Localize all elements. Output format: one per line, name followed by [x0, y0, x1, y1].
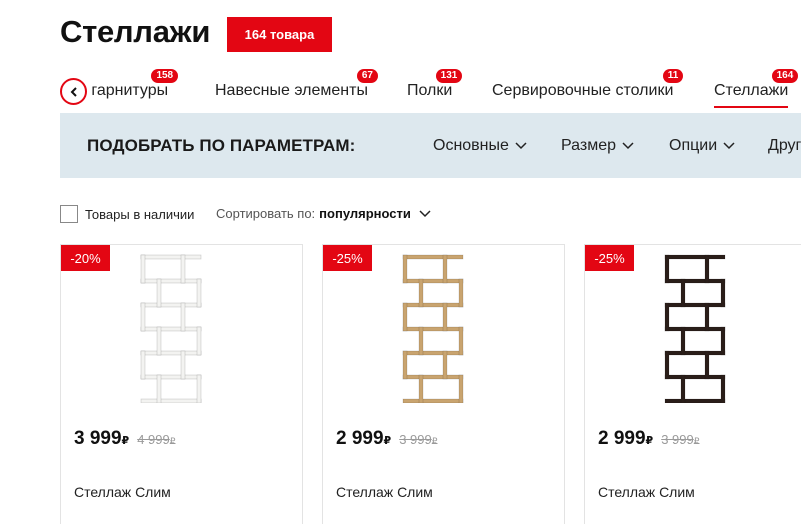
- filter-label: Друг: [768, 137, 801, 154]
- filter-label: Размер: [561, 137, 616, 154]
- product-card[interactable]: -25% 2 999₽ 3 999₽ Стеллаж Слим: [584, 244, 801, 524]
- price-block: 2 999₽ 3 999₽: [336, 428, 437, 450]
- filter-bar: ПОДОБРАТЬ ПО ПАРАМЕТРАМ: Основные Размер…: [60, 113, 801, 178]
- filter-bar-title: ПОДОБРАТЬ ПО ПАРАМЕТРАМ:: [87, 136, 356, 155]
- chevron-down-icon: [622, 142, 634, 150]
- chevron-down-icon: [723, 142, 735, 150]
- current-price: 3 999₽: [74, 428, 130, 449]
- price-block: 3 999₽ 4 999₽: [74, 428, 175, 450]
- tab-count-badge: 164: [771, 69, 799, 83]
- tab-label: Стеллажи: [714, 82, 789, 99]
- tab-serving-tables[interactable]: Сервировочные столики 11: [492, 69, 684, 100]
- sort-value: популярности: [319, 206, 411, 221]
- discount-badge: -20%: [61, 245, 110, 271]
- current-price: 2 999₽: [598, 428, 654, 449]
- price-block: 2 999₽ 3 999₽: [598, 428, 699, 450]
- old-price: 3 999₽: [661, 432, 700, 447]
- tab-racks[interactable]: Стеллажи 164: [714, 69, 799, 108]
- filter-other-dropdown[interactable]: Друг: [768, 137, 801, 155]
- in-stock-checkbox[interactable]: [60, 205, 78, 223]
- product-count-badge: 164 товара: [227, 17, 332, 52]
- page-title: Стеллажи: [60, 14, 211, 49]
- product-image[interactable]: [393, 253, 473, 403]
- filter-label: Основные: [433, 137, 509, 154]
- filter-size-dropdown[interactable]: Размер: [561, 137, 634, 155]
- old-price: 3 999₽: [399, 432, 438, 447]
- tab-label: Сервировочные столики: [492, 82, 674, 99]
- in-stock-label: Товары в наличии: [85, 206, 195, 222]
- chevron-left-icon: [70, 86, 77, 97]
- product-name[interactable]: Стеллаж Слим: [74, 484, 171, 500]
- tab-kitchen-sets[interactable]: е гарнитуры 158: [78, 69, 179, 100]
- chevron-down-icon: [419, 209, 431, 217]
- product-image[interactable]: [655, 253, 735, 403]
- sort-label: Сортировать по:: [216, 206, 316, 221]
- product-image[interactable]: [131, 253, 211, 403]
- product-name[interactable]: Стеллаж Слим: [336, 484, 433, 500]
- filter-options-dropdown[interactable]: Опции: [669, 137, 735, 155]
- sort-control[interactable]: Сортировать по: популярности: [216, 206, 431, 221]
- tab-hanging-elements[interactable]: Навесные элементы 67: [215, 69, 378, 100]
- old-price: 4 999₽: [137, 432, 176, 447]
- discount-badge: -25%: [585, 245, 634, 271]
- tab-count-badge: 158: [151, 69, 179, 83]
- tab-count-badge: 131: [435, 69, 463, 83]
- filter-basic-dropdown[interactable]: Основные: [433, 137, 527, 155]
- tabs-scroll-left-button[interactable]: [60, 78, 87, 105]
- tab-count-badge: 67: [356, 69, 378, 83]
- discount-badge: -25%: [323, 245, 372, 271]
- tab-label: Полки: [407, 82, 453, 99]
- in-stock-filter[interactable]: Товары в наличии: [60, 205, 194, 223]
- current-price: 2 999₽: [336, 428, 392, 449]
- tab-count-badge: 11: [662, 69, 684, 83]
- tab-label: е гарнитуры: [78, 82, 169, 99]
- tab-label: Навесные элементы: [215, 82, 368, 99]
- category-tabs: е гарнитуры 158 Навесные элементы 67 Пол…: [60, 66, 801, 110]
- filter-label: Опции: [669, 137, 718, 154]
- product-card[interactable]: -20% 3 999₽ 4 999₽ Стеллаж Слим: [60, 244, 303, 524]
- chevron-down-icon: [515, 142, 527, 150]
- product-card[interactable]: -25% 2 999₽ 3 999₽ Стеллаж Слим: [322, 244, 565, 524]
- product-name[interactable]: Стеллаж Слим: [598, 484, 695, 500]
- tab-shelves[interactable]: Полки 131: [407, 69, 463, 100]
